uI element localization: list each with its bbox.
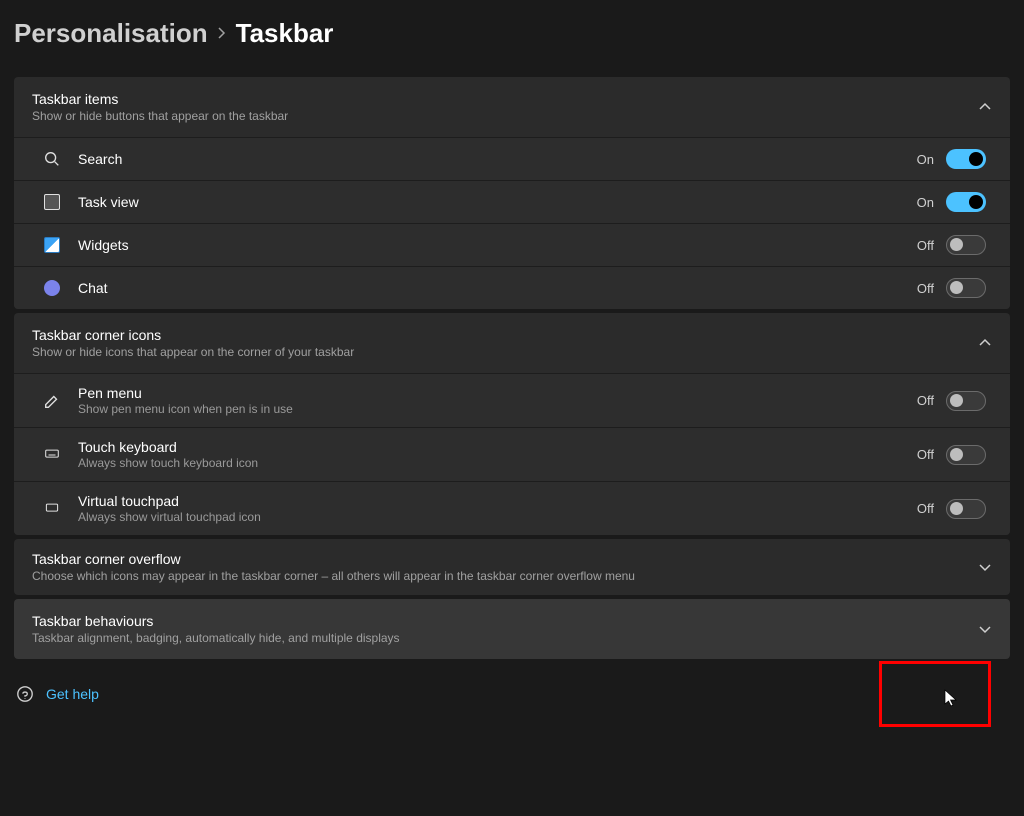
chat-icon bbox=[42, 278, 62, 298]
search-icon bbox=[42, 149, 62, 169]
toggle-state: Off bbox=[917, 501, 934, 516]
row-widgets: Widgets Off bbox=[14, 223, 1010, 266]
chevron-down-icon bbox=[978, 560, 992, 574]
taskview-icon bbox=[42, 192, 62, 212]
section-header-behaviours[interactable]: Taskbar behaviours Taskbar alignment, ba… bbox=[14, 599, 1010, 659]
get-help-link[interactable]: Get help bbox=[46, 686, 99, 702]
section-title: Taskbar items bbox=[32, 91, 288, 107]
toggle-state: Off bbox=[917, 447, 934, 462]
toggle-chat[interactable] bbox=[946, 278, 986, 298]
toggle-widgets[interactable] bbox=[946, 235, 986, 255]
section-header-taskbar-items[interactable]: Taskbar items Show or hide buttons that … bbox=[14, 77, 1010, 137]
chevron-up-icon bbox=[978, 336, 992, 350]
row-search: Search On bbox=[14, 137, 1010, 180]
row-label: Search bbox=[78, 151, 122, 167]
help-bar: Get help bbox=[16, 685, 1010, 703]
section-taskbar-behaviours: Taskbar behaviours Taskbar alignment, ba… bbox=[14, 599, 1010, 659]
section-taskbar-corner-overflow: Taskbar corner overflow Choose which ico… bbox=[14, 539, 1010, 595]
toggle-state: Off bbox=[917, 238, 934, 253]
toggle-state: Off bbox=[917, 393, 934, 408]
row-virtual-touchpad: Virtual touchpad Always show virtual tou… bbox=[14, 481, 1010, 535]
section-title: Taskbar corner icons bbox=[32, 327, 354, 343]
section-taskbar-corner-icons: Taskbar corner icons Show or hide icons … bbox=[14, 313, 1010, 535]
row-label: Chat bbox=[78, 280, 108, 296]
row-label: Touch keyboard bbox=[78, 439, 258, 455]
breadcrumb: Personalisation Taskbar bbox=[14, 18, 1010, 49]
touchpad-icon bbox=[42, 499, 62, 519]
toggle-state: On bbox=[917, 152, 934, 167]
row-touch-keyboard: Touch keyboard Always show touch keyboar… bbox=[14, 427, 1010, 481]
keyboard-icon bbox=[42, 445, 62, 465]
row-pen-menu: Pen menu Show pen menu icon when pen is … bbox=[14, 373, 1010, 427]
widgets-icon bbox=[42, 235, 62, 255]
chevron-down-icon bbox=[978, 622, 992, 636]
toggle-taskview[interactable] bbox=[946, 192, 986, 212]
row-label: Virtual touchpad bbox=[78, 493, 261, 509]
row-label: Widgets bbox=[78, 237, 129, 253]
row-desc: Show pen menu icon when pen is in use bbox=[78, 402, 293, 416]
row-chat: Chat Off bbox=[14, 266, 1010, 309]
row-desc: Always show touch keyboard icon bbox=[78, 456, 258, 470]
chevron-right-icon bbox=[216, 22, 228, 45]
chevron-up-icon bbox=[978, 100, 992, 114]
section-title: Taskbar corner overflow bbox=[32, 551, 635, 567]
breadcrumb-current: Taskbar bbox=[236, 18, 334, 49]
breadcrumb-parent[interactable]: Personalisation bbox=[14, 18, 208, 49]
section-header-corner[interactable]: Taskbar corner icons Show or hide icons … bbox=[14, 313, 1010, 373]
row-label: Pen menu bbox=[78, 385, 293, 401]
toggle-touch-keyboard[interactable] bbox=[946, 445, 986, 465]
toggle-state: Off bbox=[917, 281, 934, 296]
toggle-search[interactable] bbox=[946, 149, 986, 169]
section-desc: Choose which icons may appear in the tas… bbox=[32, 569, 635, 583]
mouse-cursor-icon bbox=[944, 689, 960, 709]
pen-icon bbox=[42, 391, 62, 411]
section-desc: Show or hide icons that appear on the co… bbox=[32, 345, 354, 359]
row-desc: Always show virtual touchpad icon bbox=[78, 510, 261, 524]
toggle-virtual-touchpad[interactable] bbox=[946, 499, 986, 519]
section-desc: Taskbar alignment, badging, automaticall… bbox=[32, 631, 400, 645]
row-taskview: Task view On bbox=[14, 180, 1010, 223]
toggle-pen-menu[interactable] bbox=[946, 391, 986, 411]
section-taskbar-items: Taskbar items Show or hide buttons that … bbox=[14, 77, 1010, 309]
section-title: Taskbar behaviours bbox=[32, 613, 400, 629]
row-label: Task view bbox=[78, 194, 139, 210]
toggle-state: On bbox=[917, 195, 934, 210]
section-desc: Show or hide buttons that appear on the … bbox=[32, 109, 288, 123]
section-header-overflow[interactable]: Taskbar corner overflow Choose which ico… bbox=[14, 539, 1010, 595]
help-icon bbox=[16, 685, 34, 703]
